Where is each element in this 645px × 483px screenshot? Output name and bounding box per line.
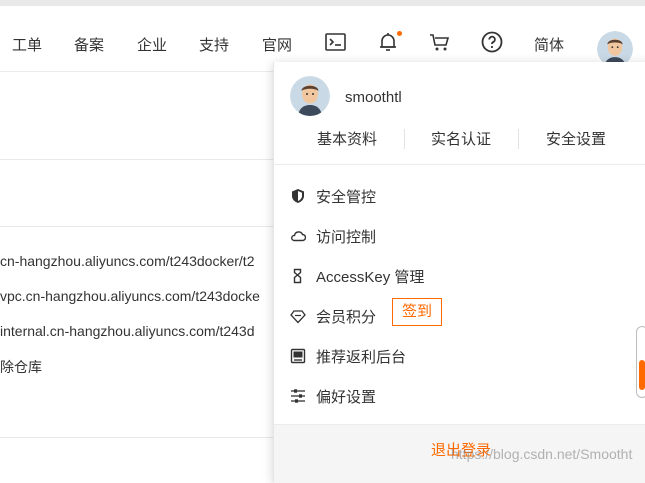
sliders-icon xyxy=(291,389,305,403)
account-links: 基本资料 实名认证 安全设置 xyxy=(274,128,645,150)
username: smoothtl xyxy=(345,89,402,106)
scrollbar-thumb[interactable] xyxy=(639,360,645,390)
menu-referral-dashboard[interactable]: 推荐返利后台 xyxy=(290,344,630,368)
menu-security-control[interactable]: 安全管控 xyxy=(290,184,630,208)
nav-ticket[interactable]: 工单 xyxy=(12,34,42,55)
key-icon xyxy=(293,268,302,284)
divider xyxy=(274,164,645,165)
separator xyxy=(404,129,405,149)
security-settings-link[interactable]: 安全设置 xyxy=(546,128,606,149)
repo-url-internal: internal.cn-hangzhou.aliyuncs.com/t243d xyxy=(0,323,255,339)
repo-url-vpc: vpc.cn-hangzhou.aliyuncs.com/t243docke xyxy=(0,288,260,304)
menu-member-points[interactable]: 会员积分 xyxy=(290,304,630,328)
help-icon[interactable] xyxy=(480,30,504,54)
divider xyxy=(0,226,273,227)
menu-label: 偏好设置 xyxy=(316,389,377,406)
menu-label: 访问控制 xyxy=(316,229,377,246)
dashboard-icon xyxy=(290,348,306,364)
shield-icon xyxy=(292,189,304,203)
cart-icon[interactable] xyxy=(428,30,452,54)
profile-link[interactable]: 基本资料 xyxy=(317,128,377,149)
divider xyxy=(0,437,273,438)
notification-dot xyxy=(397,31,402,36)
divider xyxy=(0,159,273,160)
checkin-button[interactable]: 签到 xyxy=(392,298,442,326)
dropdown-avatar xyxy=(290,76,330,116)
diamond-icon xyxy=(290,310,306,324)
nav-official-site[interactable]: 官网 xyxy=(262,34,292,55)
nav-support[interactable]: 支持 xyxy=(199,34,229,55)
menu-label: 推荐返利后台 xyxy=(316,349,407,366)
menu-label: AccessKey 管理 xyxy=(316,269,425,286)
menu-accesskey[interactable]: AccessKey 管理 xyxy=(290,264,630,288)
nav-enterprise[interactable]: 企业 xyxy=(137,34,167,55)
menu-label: 安全管控 xyxy=(316,189,377,206)
nav-filing[interactable]: 备案 xyxy=(74,34,104,55)
user-dropdown-panel: smoothtl 基本资料 实名认证 安全设置 安全管控 访问控制 Access… xyxy=(273,62,645,483)
watermark: https://blog.csdn.net/Smootht xyxy=(451,446,633,462)
repo-url-public: cn-hangzhou.aliyuncs.com/t243docker/t2 xyxy=(0,253,255,269)
cloud-icon xyxy=(291,231,306,242)
delete-repo-link[interactable]: 除仓库 xyxy=(0,357,42,377)
menu-access-control[interactable]: 访问控制 xyxy=(290,224,630,248)
menu-preferences[interactable]: 偏好设置 xyxy=(290,384,630,408)
separator xyxy=(518,129,519,149)
menu-label: 会员积分 xyxy=(316,309,377,326)
language-switch[interactable]: 简体 xyxy=(534,34,564,55)
real-name-link[interactable]: 实名认证 xyxy=(431,128,491,149)
terminal-icon[interactable] xyxy=(324,30,348,54)
